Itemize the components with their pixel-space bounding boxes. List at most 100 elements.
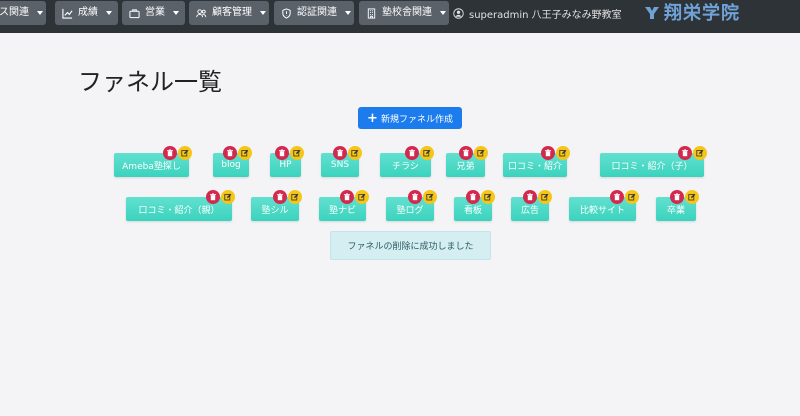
nav-school-menu[interactable]: 塾校舎関連 [359, 1, 449, 25]
funnel-label: 口コミ・紹介（親） [138, 205, 220, 216]
user-info[interactable]: superadmin 八王子みなみ野教室 [453, 1, 622, 25]
alert-message: ファネルの削除に成功しました [347, 242, 474, 252]
trash-icon[interactable] [670, 190, 684, 204]
edit-icon[interactable] [178, 146, 192, 160]
funnel-label: 塾シル [261, 205, 289, 216]
funnel-label: 広告 [520, 205, 539, 216]
trash-icon[interactable] [541, 146, 555, 160]
funnel-chip[interactable]: 塾ナビ [319, 190, 369, 221]
funnel-label: 卒業 [666, 205, 685, 216]
edit-icon[interactable] [423, 190, 437, 204]
funnel-label: 塾ナビ [328, 205, 356, 216]
chevron-down-icon [173, 11, 179, 15]
edit-icon[interactable] [538, 190, 552, 204]
users-icon [196, 8, 207, 17]
page-title: ファネル一覧 [78, 68, 222, 96]
edit-icon[interactable] [238, 146, 252, 160]
trash-icon[interactable] [466, 190, 480, 204]
funnel-chip[interactable]: Ameba塾探し [114, 146, 192, 177]
nav-school-label: 塾校舎関連 [382, 7, 432, 18]
trash-icon[interactable] [273, 190, 287, 204]
edit-icon[interactable] [348, 146, 362, 160]
edit-icon[interactable] [474, 146, 488, 160]
funnel-chip[interactable]: 塾ログ [386, 190, 437, 221]
funnel-label: SNS [330, 160, 350, 170]
edit-icon[interactable] [481, 190, 495, 204]
funnel-chip[interactable]: SNS [321, 146, 362, 177]
funnel-chip[interactable]: チラシ [380, 146, 434, 177]
funnel-label: blog [221, 160, 241, 170]
funnel-label: チラシ [392, 161, 419, 172]
funnel-chip[interactable]: 口コミ・紹介 [503, 146, 570, 177]
trash-icon[interactable] [275, 146, 289, 160]
edit-icon[interactable] [556, 146, 570, 160]
funnel-chip[interactable]: 比較サイト [569, 190, 639, 221]
trash-icon[interactable] [333, 146, 347, 160]
funnel-label: 看板 [463, 205, 482, 216]
line-chart-icon [62, 8, 73, 19]
success-alert: ファネルの削除に成功しました [330, 231, 491, 260]
trash-icon[interactable] [206, 190, 220, 204]
funnel-chip[interactable]: 兄弟 [446, 146, 488, 177]
create-funnel-button[interactable]: + 新規ファネル作成 [358, 107, 462, 129]
nav-grades-menu[interactable]: 成績 [55, 1, 118, 25]
user-circle-icon [453, 7, 464, 19]
trash-icon[interactable] [163, 146, 177, 160]
nav-auth-label: 認証関連 [297, 7, 337, 18]
chevron-down-icon [440, 11, 446, 15]
trash-icon[interactable] [610, 190, 624, 204]
funnel-label: 塾ログ [396, 205, 424, 216]
trash-icon[interactable] [408, 190, 422, 204]
trash-icon[interactable] [340, 190, 354, 204]
chevron-down-icon [260, 11, 266, 15]
chevron-down-icon [106, 11, 112, 15]
funnel-label: 口コミ・紹介 [507, 161, 562, 172]
funnel-chip[interactable]: blog [213, 146, 252, 177]
trash-icon[interactable] [405, 146, 419, 160]
funnel-chip[interactable]: 広告 [511, 190, 552, 221]
create-funnel-label: 新規ファネル作成 [380, 114, 453, 125]
funnel-label: 兄弟 [456, 161, 475, 172]
funnel-chip[interactable]: 塾シル [251, 190, 302, 221]
chevron-down-icon [345, 11, 351, 15]
edit-icon[interactable] [420, 146, 434, 160]
funnel-chip[interactable]: 口コミ・紹介（子） [600, 146, 707, 177]
nav-sales-menu[interactable]: 営業 [122, 1, 185, 25]
nav-class-menu[interactable]: ス関連 [0, 1, 46, 25]
brand-logo[interactable]: 翔栄学院 [644, 0, 740, 25]
funnel-label: HP [279, 160, 292, 170]
edit-icon[interactable] [290, 146, 304, 160]
nav-grades-label: 成績 [78, 7, 98, 18]
funnel-chip[interactable]: HP [270, 146, 304, 177]
funnel-chip[interactable]: 看板 [454, 190, 495, 221]
nav-sales-label: 営業 [145, 7, 165, 18]
nav-customers-label: 顧客管理 [212, 7, 252, 18]
trash-icon[interactable] [459, 146, 473, 160]
plus-icon: + [367, 110, 378, 126]
nav-auth-menu[interactable]: 認証関連 [274, 1, 354, 25]
brand-name: 翔栄学院 [664, 3, 740, 24]
funnel-chip[interactable]: 卒業 [656, 190, 699, 221]
funnel-label: 比較サイト [579, 205, 625, 216]
nav-customers-menu[interactable]: 顧客管理 [189, 1, 269, 25]
funnel-label: 口コミ・紹介（子） [611, 161, 693, 172]
nav-class-label: ス関連 [0, 7, 29, 18]
edit-icon[interactable] [221, 190, 235, 204]
edit-icon[interactable] [685, 190, 699, 204]
brand-logo-icon [645, 7, 659, 19]
user-label: superadmin 八王子みなみ野教室 [469, 9, 622, 21]
funnel-label: Ameba塾探し [122, 161, 181, 172]
edit-icon[interactable] [355, 190, 369, 204]
chevron-down-icon [37, 11, 43, 15]
edit-icon[interactable] [625, 190, 639, 204]
shield-icon [282, 7, 291, 19]
building-icon [367, 7, 376, 19]
top-navbar: ス関連 成績 営業 顧客管理 認証関連 塾校舎関連 superadmin 八王子… [0, 0, 800, 33]
edit-icon[interactable] [288, 190, 302, 204]
edit-icon[interactable] [693, 146, 707, 160]
funnel-chip[interactable]: 口コミ・紹介（親） [126, 190, 235, 221]
trash-icon[interactable] [223, 146, 237, 160]
trash-icon[interactable] [678, 146, 692, 160]
trash-icon[interactable] [523, 190, 537, 204]
briefcase-icon [129, 8, 140, 18]
